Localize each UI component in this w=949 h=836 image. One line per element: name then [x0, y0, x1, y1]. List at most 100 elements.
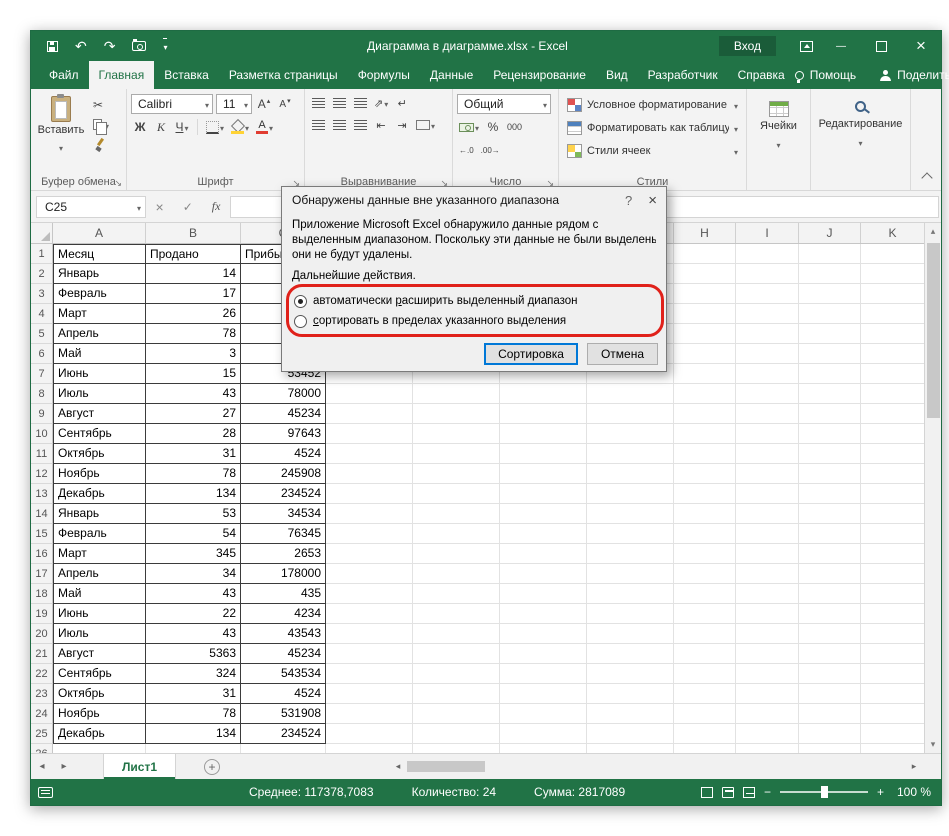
cell[interactable] — [500, 724, 587, 744]
editing-button[interactable]: Редактирование — [815, 93, 906, 171]
cell[interactable]: Сентябрь — [53, 664, 146, 684]
cell[interactable]: 78 — [146, 704, 241, 724]
cell[interactable] — [736, 544, 799, 564]
cell[interactable] — [674, 384, 736, 404]
cell[interactable] — [861, 524, 924, 544]
cell[interactable] — [799, 464, 861, 484]
share-button[interactable]: Поделиться — [880, 68, 949, 82]
ribbon-tab[interactable]: Вставка — [154, 61, 219, 89]
undo-button[interactable] — [75, 38, 87, 54]
cell[interactable] — [799, 304, 861, 324]
cell[interactable] — [861, 444, 924, 464]
cell[interactable] — [413, 604, 500, 624]
cell[interactable] — [326, 464, 413, 484]
cell[interactable] — [413, 484, 500, 504]
cell[interactable]: 4524 — [241, 684, 326, 704]
cell[interactable] — [241, 744, 326, 753]
cell[interactable] — [861, 744, 924, 753]
cell[interactable] — [500, 384, 587, 404]
cell[interactable] — [500, 564, 587, 584]
cell[interactable] — [736, 384, 799, 404]
cell[interactable]: 178000 — [241, 564, 326, 584]
cell[interactable] — [674, 504, 736, 524]
font-color-button[interactable]: А — [254, 118, 275, 136]
cell[interactable]: 53 — [146, 504, 241, 524]
cancel-button[interactable]: Отмена — [587, 343, 658, 365]
cell[interactable]: Ноябрь — [53, 464, 146, 484]
cell[interactable] — [861, 304, 924, 324]
row-header[interactable]: 8 — [31, 384, 53, 404]
cell[interactable]: Февраль — [53, 284, 146, 304]
cell[interactable]: Июль — [53, 384, 146, 404]
cell[interactable] — [736, 724, 799, 744]
cell[interactable]: Июнь — [53, 604, 146, 624]
cell[interactable] — [500, 664, 587, 684]
cell[interactable]: 78000 — [241, 384, 326, 404]
row-header[interactable]: 17 — [31, 564, 53, 584]
scrollbar-thumb[interactable] — [407, 761, 485, 772]
percent-format-button[interactable]: % — [484, 118, 502, 136]
cell[interactable] — [413, 504, 500, 524]
cell[interactable]: 45234 — [241, 404, 326, 424]
cell[interactable] — [587, 644, 674, 664]
cell[interactable] — [326, 504, 413, 524]
cell[interactable] — [736, 404, 799, 424]
cell[interactable] — [500, 704, 587, 724]
row-header[interactable]: 22 — [31, 664, 53, 684]
scrollbar-thumb[interactable] — [927, 243, 940, 418]
cell[interactable] — [799, 404, 861, 424]
orientation-button[interactable] — [372, 94, 390, 112]
decrease-indent-button[interactable] — [372, 116, 390, 134]
row-header[interactable]: 12 — [31, 464, 53, 484]
cell[interactable] — [500, 404, 587, 424]
merge-center-button[interactable] — [414, 116, 437, 134]
cell[interactable] — [799, 724, 861, 744]
cell[interactable] — [861, 704, 924, 724]
row-header[interactable]: 14 — [31, 504, 53, 524]
zoom-in-button[interactable] — [877, 785, 884, 799]
cell[interactable] — [326, 564, 413, 584]
cell[interactable] — [799, 524, 861, 544]
cell[interactable] — [799, 544, 861, 564]
cell[interactable] — [326, 704, 413, 724]
underline-button[interactable]: Ч — [173, 118, 191, 136]
cell[interactable] — [799, 664, 861, 684]
cell[interactable] — [587, 504, 674, 524]
cell[interactable] — [587, 424, 674, 444]
save-button[interactable] — [47, 38, 58, 54]
cell[interactable] — [736, 564, 799, 584]
cell[interactable]: 14 — [146, 264, 241, 284]
decrease-decimal-button[interactable] — [479, 140, 502, 158]
cell[interactable]: 26 — [146, 304, 241, 324]
cell[interactable] — [799, 444, 861, 464]
align-bottom-button[interactable] — [351, 94, 369, 112]
cell[interactable] — [413, 644, 500, 664]
bold-button[interactable]: Ж — [131, 118, 149, 136]
cell[interactable]: 45234 — [241, 644, 326, 664]
cell[interactable] — [736, 744, 799, 753]
cell[interactable] — [799, 504, 861, 524]
customize-toolbar-button[interactable] — [163, 38, 167, 54]
cell[interactable] — [413, 464, 500, 484]
cell[interactable] — [799, 704, 861, 724]
ribbon-tab[interactable]: Справка — [728, 61, 795, 89]
cell[interactable] — [674, 404, 736, 424]
cell[interactable] — [799, 584, 861, 604]
conditional-formatting-button[interactable]: Условное форматирование — [563, 94, 742, 116]
cell[interactable]: Февраль — [53, 524, 146, 544]
cell[interactable] — [799, 484, 861, 504]
font-family-select[interactable]: Calibri — [131, 94, 213, 114]
cell[interactable]: 245908 — [241, 464, 326, 484]
cell[interactable] — [674, 564, 736, 584]
cell[interactable] — [326, 684, 413, 704]
cell[interactable] — [861, 564, 924, 584]
cell[interactable] — [799, 384, 861, 404]
cell[interactable]: Июль — [53, 624, 146, 644]
cell[interactable] — [861, 684, 924, 704]
sheet-nav-left-icon[interactable] — [31, 754, 53, 779]
cell[interactable] — [587, 564, 674, 584]
cell[interactable]: 76345 — [241, 524, 326, 544]
cell[interactable]: Ноябрь — [53, 704, 146, 724]
zoom-slider[interactable] — [780, 791, 868, 793]
cell[interactable] — [326, 644, 413, 664]
